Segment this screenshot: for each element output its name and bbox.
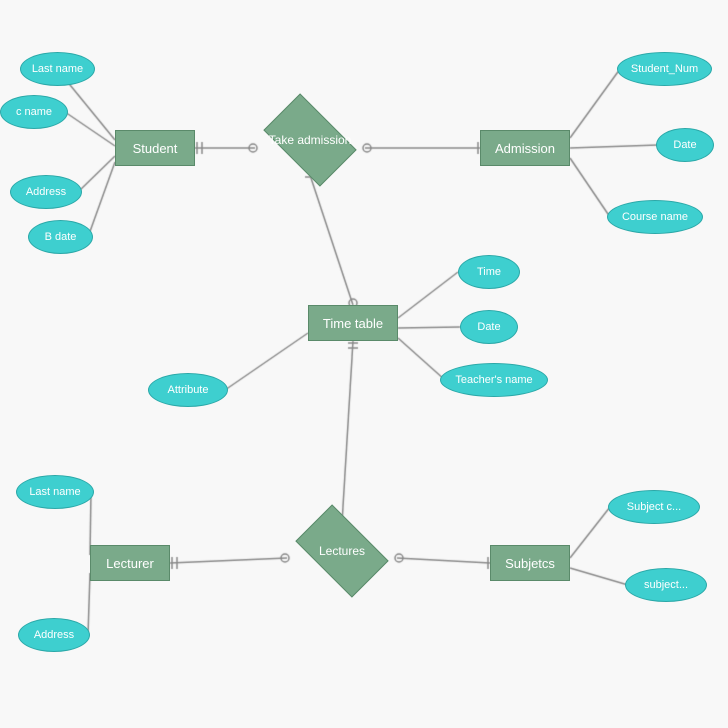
rel-take-admission: Take admission bbox=[255, 112, 365, 167]
attr-first-name-student: c name bbox=[0, 95, 68, 129]
attr-date-admission: Date bbox=[656, 128, 714, 162]
entity-timetable: Time table bbox=[308, 305, 398, 341]
attr-course-name: Course name bbox=[607, 200, 703, 234]
attr-attribute: Attribute bbox=[148, 373, 228, 407]
attr-student-num: Student_Num bbox=[617, 52, 712, 86]
entity-student: Student bbox=[115, 130, 195, 166]
attr-address-lecturer: Address bbox=[18, 618, 90, 652]
entity-admission: Admission bbox=[480, 130, 570, 166]
attr-time-timetable: Time bbox=[458, 255, 520, 289]
attr-bdate-student: B date bbox=[28, 220, 93, 254]
attr-address-student: Address bbox=[10, 175, 82, 209]
attr-last-name-lecturer: Last name bbox=[16, 475, 94, 509]
attr-date-timetable: Date bbox=[460, 310, 518, 344]
attr-subject-code: Subject c... bbox=[608, 490, 700, 524]
rel-lectures: Lectures bbox=[287, 523, 397, 578]
entity-lecturer: Lecturer bbox=[90, 545, 170, 581]
entity-subjects: Subjetcs bbox=[490, 545, 570, 581]
attr-last-name-student: Last name bbox=[20, 52, 95, 86]
attr-teacher-name: Teacher's name bbox=[440, 363, 548, 397]
attr-subject-label: subject... bbox=[625, 568, 707, 602]
